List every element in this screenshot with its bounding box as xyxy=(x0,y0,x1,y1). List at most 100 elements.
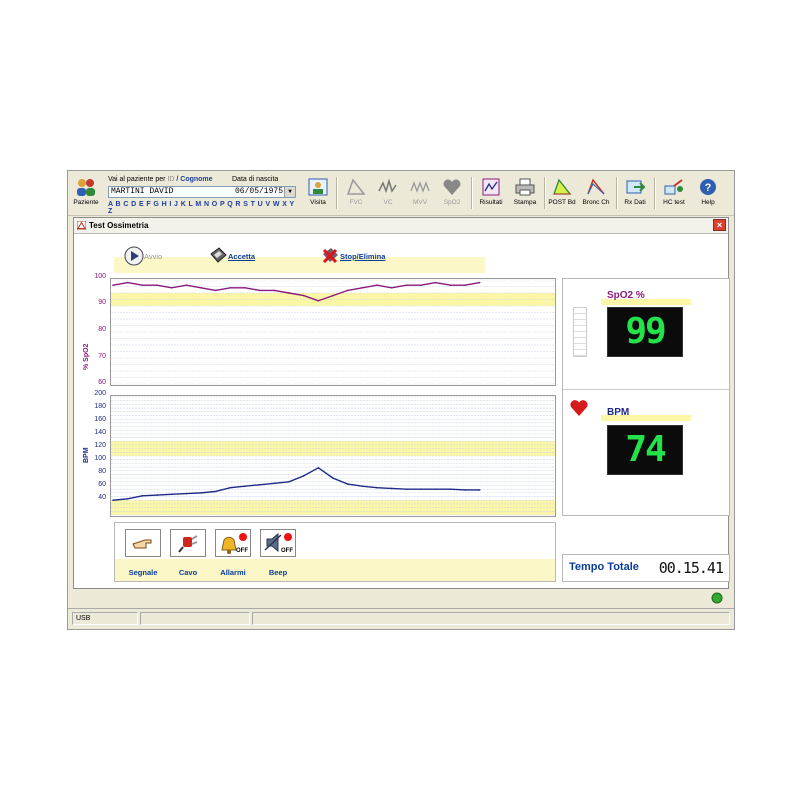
help-label: Help xyxy=(701,199,715,206)
close-button[interactable]: × xyxy=(713,219,726,231)
toolbar-separator xyxy=(336,177,338,209)
alarm-indicator xyxy=(239,533,247,541)
data-point xyxy=(258,289,261,292)
spo2-tick: 60 xyxy=(98,379,106,386)
spo2-title: SpO2 % xyxy=(607,290,645,301)
spo2-level-bar xyxy=(573,307,587,357)
data-point xyxy=(346,289,349,292)
fvc-button[interactable]: FVC xyxy=(340,177,372,213)
spo2-button[interactable]: SpO2 xyxy=(436,177,468,213)
help-icon: ? xyxy=(700,179,716,195)
paziente-button[interactable]: Paziente xyxy=(70,177,102,213)
data-point xyxy=(214,289,217,292)
risultati-button[interactable]: Risultati xyxy=(475,177,507,213)
patient-name: MARTINI DAVID xyxy=(111,187,174,196)
help-button[interactable]: ? Help xyxy=(692,177,724,213)
segnale-label: Segnale xyxy=(128,568,158,577)
spo2-label: SpO2 xyxy=(443,199,461,206)
data-point xyxy=(112,499,114,502)
series-line xyxy=(112,466,480,501)
hc-test-icon xyxy=(664,179,683,195)
risultati-label: Risultati xyxy=(479,199,503,206)
bronc-ch-icon xyxy=(587,178,605,195)
alarm-off-label: OFF xyxy=(236,548,248,554)
dob-label: Data di nascita xyxy=(232,176,279,183)
allarmi-label: Allarmi xyxy=(220,568,246,577)
play-icon xyxy=(124,246,144,266)
data-point xyxy=(273,289,276,292)
bronc-ch-label: Bronc Ch xyxy=(582,199,610,206)
beep-button[interactable]: OFF xyxy=(260,529,296,557)
post-bd-label: POST Bd xyxy=(548,199,576,206)
beep-label: Beep xyxy=(268,568,288,577)
cavo-button[interactable] xyxy=(170,529,206,557)
data-point xyxy=(200,287,202,289)
data-point xyxy=(434,281,437,284)
data-point xyxy=(214,490,217,493)
spo2-tick: 70 xyxy=(98,353,106,360)
data-point xyxy=(229,486,232,489)
data-point xyxy=(317,300,320,302)
data-point xyxy=(449,488,452,490)
data-point xyxy=(112,284,114,286)
segnale-button[interactable] xyxy=(125,529,161,557)
data-point xyxy=(258,483,261,486)
toolbar-separator xyxy=(471,177,473,209)
bpm-tick: 160 xyxy=(94,416,106,423)
data-point xyxy=(244,287,246,289)
hc-test-button[interactable]: HC test xyxy=(658,177,690,213)
spo2-tick: 100 xyxy=(94,273,106,280)
pointing-hand-icon xyxy=(132,539,152,549)
data-point xyxy=(376,284,378,286)
mvv-button[interactable]: MVV xyxy=(404,177,436,213)
visita-button[interactable]: Visita xyxy=(302,177,334,213)
data-point xyxy=(390,487,393,490)
paziente-label: Paziente xyxy=(73,199,99,206)
allarmi-button[interactable]: OFF xyxy=(215,529,251,557)
window-titlebar: Test Ossimetria × xyxy=(74,218,728,234)
data-point xyxy=(185,284,188,286)
chevron-down-icon[interactable]: ▼ xyxy=(284,187,295,197)
bpm-tick: 120 xyxy=(94,442,106,449)
bpm-tick: 40 xyxy=(98,494,106,501)
data-point xyxy=(170,493,173,496)
spo2-tick: 90 xyxy=(98,299,106,306)
vc-icon xyxy=(378,178,397,194)
data-point xyxy=(200,492,202,494)
avvio-button[interactable]: Avvio xyxy=(124,246,162,268)
stop-elimina-button[interactable]: Stop/Elimina xyxy=(320,246,385,268)
search-by-id[interactable]: ID xyxy=(167,176,174,183)
hc-test-label: HC test xyxy=(663,199,685,206)
data-point xyxy=(317,467,320,469)
rx-dati-button[interactable]: Rx Dati xyxy=(619,177,651,213)
search-by-cognome[interactable]: / Cognome xyxy=(176,176,212,183)
patient-select[interactable]: MARTINI DAVID 06/05/1975 ▼ xyxy=(108,186,296,198)
floppy-disk-icon xyxy=(210,247,227,263)
data-point xyxy=(361,287,364,289)
total-time-value: 00.15.41 xyxy=(658,559,724,577)
post-bd-button[interactable]: POST Bd xyxy=(546,177,578,213)
bpm-tick: 100 xyxy=(94,455,106,462)
stampa-button[interactable]: Stampa xyxy=(509,177,541,213)
patient-dob: 06/05/1975 xyxy=(234,187,283,196)
spo2-value: 99 xyxy=(625,311,666,352)
data-point xyxy=(478,281,481,284)
total-time-box: Tempo Totale 00.15.41 xyxy=(562,554,730,582)
connection-status-icon xyxy=(711,592,723,604)
vc-label: VC xyxy=(383,199,393,206)
warning-icon xyxy=(77,221,86,230)
bpm-tick: 80 xyxy=(98,468,106,475)
delete-icon xyxy=(322,248,338,264)
accetta-button[interactable]: Accetta xyxy=(208,246,255,268)
readings-panel: SpO2 % 99 BPM 74 xyxy=(562,278,730,516)
spo2-chart xyxy=(110,278,556,386)
patient-search: Vai al paziente per ID / Cognome Data di… xyxy=(106,175,301,215)
alphabet-index[interactable]: A B C D E F G H I J K L M N O P Q R S T … xyxy=(108,201,301,215)
bronc-ch-button[interactable]: Bronc Ch xyxy=(580,177,612,213)
toolbar-separator xyxy=(616,177,618,209)
vc-button[interactable]: VC xyxy=(372,177,404,213)
data-point xyxy=(420,284,422,286)
bpm-tick: 200 xyxy=(94,390,106,397)
data-point xyxy=(464,489,466,491)
search-label: Vai al paziente per xyxy=(108,176,166,183)
